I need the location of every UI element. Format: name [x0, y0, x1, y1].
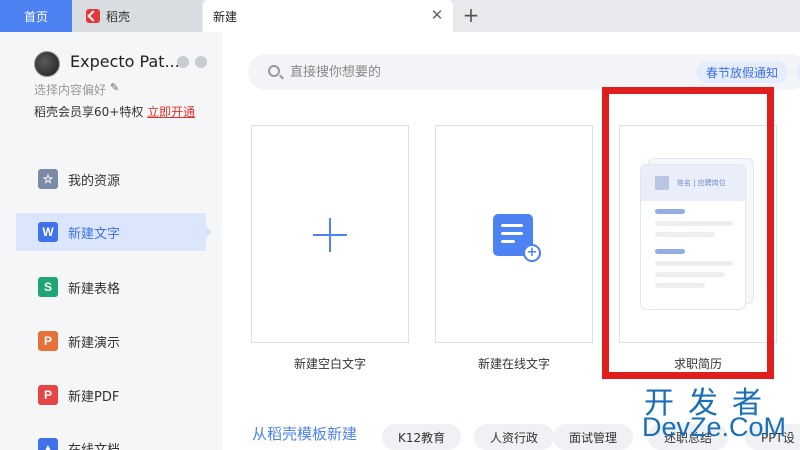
- sidebar-item-label: 我的资源: [68, 173, 121, 189]
- sidebar-item-new-pdf[interactable]: P 新建PDF: [16, 376, 206, 414]
- sidebar-item-label: 在线文档: [68, 442, 121, 450]
- card-label: 新建空白文字: [293, 357, 366, 371]
- tab-docer[interactable]: 稻壳: [72, 0, 202, 32]
- sidebar-item-my-resources[interactable]: ☆ 我的资源: [16, 160, 206, 198]
- watermark: 开发者 DevZe.CoM: [620, 378, 800, 450]
- template-chip[interactable]: 人资行政: [474, 424, 555, 450]
- search-bar: 春节放假通知 年终: [248, 54, 800, 90]
- sidebar-item-label: 新建PDF: [68, 389, 120, 405]
- pdf-icon: P: [38, 385, 58, 405]
- online-doc-add-icon: +: [493, 214, 541, 262]
- sidebar-item-new-presentation[interactable]: P 新建演示: [16, 322, 206, 360]
- close-icon[interactable]: ✕: [428, 6, 446, 24]
- activate-link[interactable]: 立即开通: [147, 105, 195, 119]
- docer-logo-icon: [86, 9, 100, 23]
- tab-new-label: 新建: [213, 9, 238, 24]
- sidebar-item-online-doc[interactable]: ▲ 在线文档: [16, 429, 206, 450]
- sidebar-item-new-word[interactable]: W 新建文字: [16, 213, 212, 251]
- sidebar-item-label: 新建文字: [68, 226, 121, 242]
- sidebar-item-label: 新建演示: [68, 335, 121, 351]
- card-new-blank-doc[interactable]: [251, 125, 409, 343]
- template-chip[interactable]: K12教育: [382, 424, 462, 450]
- template-section-title[interactable]: 从稻壳模板新建: [252, 423, 357, 444]
- edit-icon[interactable]: ✎: [110, 81, 119, 94]
- search-input[interactable]: [290, 54, 650, 90]
- username[interactable]: Expecto Pat...: [70, 52, 180, 71]
- tab-new[interactable]: 新建: [203, 0, 453, 32]
- word-icon: W: [38, 222, 58, 242]
- sidebar-item-label: 新建表格: [68, 281, 121, 297]
- search-tag[interactable]: 年终: [796, 61, 800, 83]
- membership-promo: 稻壳会员享60+特权 立即开通: [34, 103, 195, 120]
- search-tag[interactable]: 春节放假通知: [696, 61, 789, 83]
- tab-home[interactable]: 首页: [0, 0, 72, 32]
- star-icon: ☆: [38, 169, 58, 189]
- highlight-box: [602, 87, 774, 379]
- avatar[interactable]: [34, 51, 60, 77]
- sidebar: Expecto Pat... 选择内容偏好 ✎ 稻壳会员享60+特权 立即开通 …: [0, 32, 222, 450]
- tab-docer-label: 稻壳: [106, 9, 131, 24]
- add-tab-icon[interactable]: +: [460, 3, 482, 27]
- online-doc-icon: ▲: [38, 438, 58, 450]
- watermark-en: DevZe.CoM: [642, 412, 787, 442]
- search-icon: [268, 65, 280, 77]
- spreadsheet-icon: S: [38, 277, 58, 297]
- sidebar-item-new-spreadsheet[interactable]: S 新建表格: [16, 268, 206, 306]
- membership-text: 稻壳会员享60+特权: [34, 105, 144, 119]
- vip-badge-icon: [177, 56, 189, 68]
- content-preference-link[interactable]: 选择内容偏好: [34, 81, 106, 98]
- card-new-online-doc[interactable]: +: [435, 125, 593, 343]
- tab-bar: 首页 稻壳 新建 ✕ +: [0, 0, 800, 32]
- card-label: 新建在线文字: [477, 357, 550, 371]
- level-badge-icon: [195, 56, 207, 68]
- presentation-icon: P: [38, 331, 58, 351]
- tab-home-label: 首页: [23, 9, 48, 24]
